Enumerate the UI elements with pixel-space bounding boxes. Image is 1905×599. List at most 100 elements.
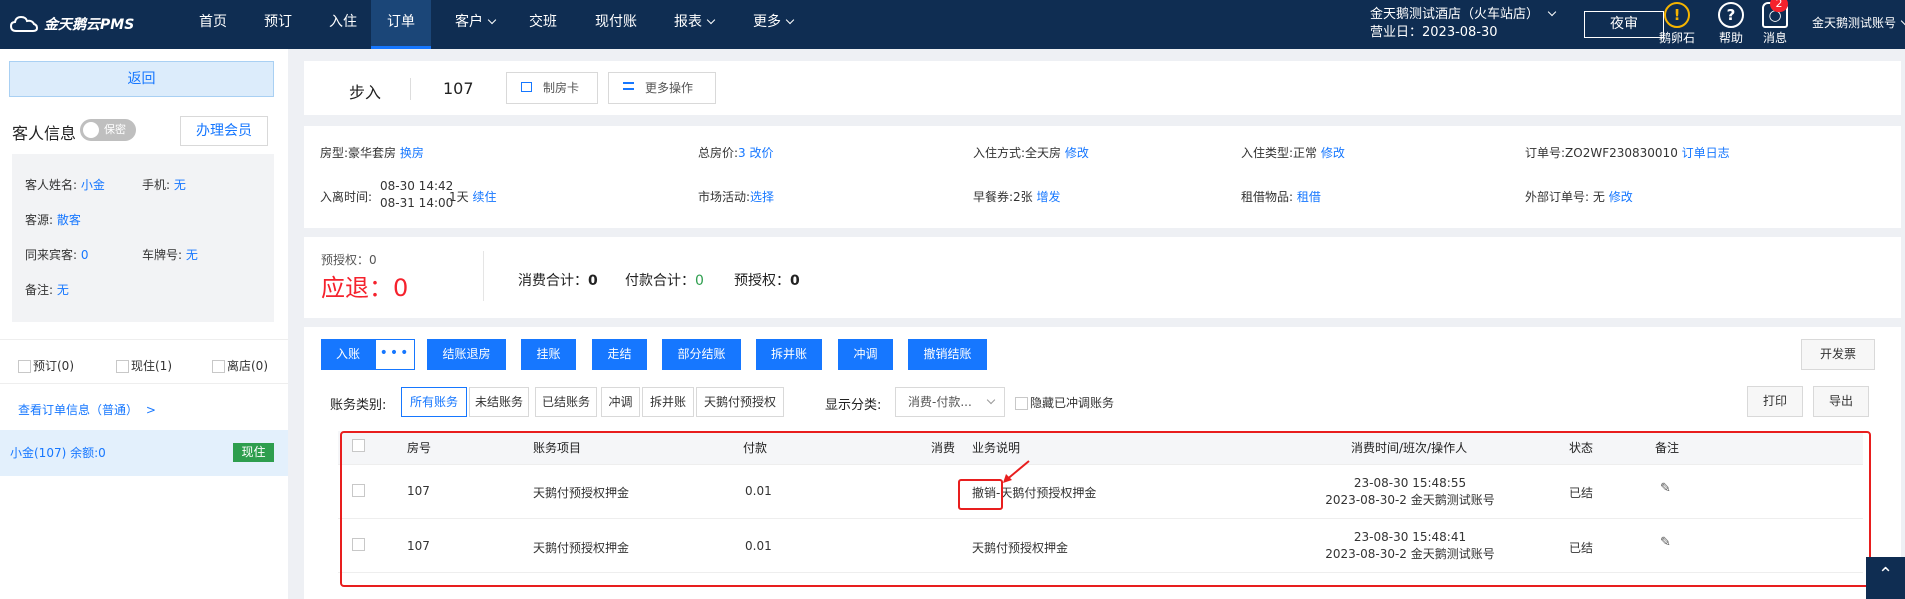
tab-settled[interactable]: 已结账务 (535, 387, 597, 417)
companions-label: 同来宾客: (25, 248, 78, 262)
nav-reports[interactable]: 报表 (661, 0, 727, 49)
nights-field: 1天 续住 (449, 188, 496, 205)
order-log-link[interactable]: 订单日志 (1682, 146, 1730, 160)
nav-shift[interactable]: 交班 (516, 0, 570, 49)
edit-checkin-type-link[interactable]: 修改 (1321, 146, 1345, 160)
nav-customers-label: 客户 (455, 14, 483, 30)
nav-checkin[interactable]: 入住 (316, 0, 370, 49)
market-label: 市场活动: (698, 190, 751, 204)
adjust-button[interactable]: 冲调 (838, 339, 893, 370)
settle-checkout-button[interactable]: 结账退房 (427, 339, 506, 370)
plate-link[interactable]: 无 (186, 248, 198, 262)
note-label: 备注: (25, 283, 54, 297)
egg-stone-button[interactable]: ! 鹅卵石 (1652, 2, 1702, 46)
tab-unsettled[interactable]: 未结账务 (469, 387, 529, 417)
checkin-mode-label: 入住方式: (973, 146, 1026, 160)
post-charge-button[interactable]: 入账 (321, 339, 375, 370)
tab-preauth[interactable]: 天鹅付预授权 (696, 387, 784, 417)
consume-total: 消费合计：0 (518, 270, 598, 290)
nav-customers[interactable]: 客户 (442, 0, 508, 49)
nights-value: 1天 (449, 190, 469, 204)
checkin-type-value: 正常 (1293, 146, 1318, 160)
phone-link[interactable]: 无 (174, 178, 186, 192)
change-room-link[interactable]: 换房 (400, 146, 424, 160)
egg-stone-label: 鹅卵石 (1658, 31, 1695, 45)
make-room-card-button[interactable]: 制房卡 (506, 72, 598, 104)
nav-more[interactable]: 更多 (740, 0, 806, 49)
app-logo[interactable]: 金天鹅云PMS (10, 13, 134, 35)
scroll-top-icon[interactable]: ⌃ (1866, 557, 1905, 599)
status-badge: 现住 (233, 443, 274, 462)
display-category-select[interactable]: 消费-付款... (895, 387, 1005, 417)
chevron-down-icon (986, 395, 996, 405)
nav-reservation[interactable]: 预订 (251, 0, 305, 49)
reserved-label: 预订(0) (33, 359, 74, 373)
filter-left[interactable]: 离店(0) (212, 357, 268, 374)
nav-home[interactable]: 首页 (186, 0, 240, 49)
help-button[interactable]: ? 帮助 (1706, 2, 1756, 46)
tab-adjust[interactable]: 冲调 (601, 387, 640, 417)
nav-orders[interactable]: 订单 (371, 0, 431, 49)
edit-checkin-mode-link[interactable]: 修改 (1065, 146, 1089, 160)
account-category-label: 账务类别: (330, 398, 387, 413)
user-menu[interactable]: 金天鹅测试账号 (1812, 14, 1905, 31)
tab-all-accounts[interactable]: 所有账务 (401, 387, 467, 417)
select-market-link[interactable]: 选择 (750, 190, 774, 204)
total-price-value[interactable]: 3 (738, 146, 746, 160)
refund-value: 0 (393, 274, 409, 302)
breakfast-label: 早餐券: (973, 190, 1014, 204)
nav-more-label: 更多 (753, 14, 781, 30)
partial-settle-button[interactable]: 部分结账 (662, 339, 741, 370)
breakfast-field: 早餐券:2张 增发 (973, 188, 1061, 205)
hide-adjusted-checkbox[interactable]: 隐藏已冲调账务 (1015, 394, 1114, 411)
edit-external-order-link[interactable]: 修改 (1609, 190, 1633, 204)
invoice-button[interactable]: 开发票 (1801, 339, 1875, 370)
room-type-value: 豪华套房 (348, 146, 397, 160)
guest-name-label: 客人姓名: (25, 178, 78, 192)
annotation-arrow-icon (1003, 460, 1030, 483)
register-member-button[interactable]: 办理会员 (180, 116, 268, 146)
messages-label: 消息 (1762, 31, 1787, 45)
guest-name-link[interactable]: 小金 (81, 178, 105, 192)
export-button[interactable]: 导出 (1813, 386, 1869, 417)
warning-icon: ! (1664, 2, 1690, 28)
filter-reserved[interactable]: 预订(0) (18, 357, 74, 374)
view-order-info-link[interactable]: 查看订单信息（普通） > (18, 401, 156, 418)
note-link[interactable]: 无 (57, 283, 69, 297)
companions-link[interactable]: 0 (81, 248, 89, 262)
total-price-label: 总房价: (698, 146, 739, 160)
print-button[interactable]: 打印 (1747, 386, 1803, 417)
display-category-label: 显示分类: (825, 398, 882, 413)
divider (0, 339, 288, 340)
extend-stay-link[interactable]: 续住 (472, 190, 496, 204)
refund-amount: 应退：0 (321, 268, 408, 303)
rent-link[interactable]: 租借 (1297, 190, 1321, 204)
source-row: 客源: 散客 (25, 211, 81, 228)
companions-row: 同来宾客: 0 (25, 246, 89, 263)
pre-auth-amount: 预授权：0 (321, 253, 377, 267)
issue-breakfast-link[interactable]: 增发 (1037, 190, 1061, 204)
order-info-card (304, 126, 1901, 228)
hotel-selector[interactable]: 金天鹅测试酒店（火车站店） 营业日：2023-08-30 (1370, 6, 1557, 42)
walk-settle-button[interactable]: 走结 (592, 339, 647, 370)
checkin-type-label: 入住类型: (1241, 146, 1294, 160)
tab-split-merge[interactable]: 拆并账 (642, 387, 694, 417)
nav-cash-account[interactable]: 现付账 (583, 0, 649, 49)
filter-inhouse[interactable]: 现住(1) (116, 357, 172, 374)
privacy-label: 保密 (104, 123, 126, 136)
more-post-options-button[interactable]: ••• (375, 339, 415, 370)
privacy-toggle[interactable]: 保密 (80, 119, 136, 141)
pre-auth-total-value: 0 (790, 273, 800, 289)
order-number-field: 订单号:ZO2WF230830010 订单日志 (1525, 144, 1730, 161)
source-link[interactable]: 散客 (57, 213, 81, 227)
split-merge-button[interactable]: 拆并账 (756, 339, 822, 370)
guest-info-title: 客人信息 (12, 124, 77, 143)
guest-name-row: 客人姓名: 小金 (25, 176, 105, 193)
cancel-settle-button[interactable]: 撤销结账 (908, 339, 987, 370)
room-type-field: 房型:豪华套房 换房 (320, 144, 424, 161)
back-button[interactable]: 返回 (9, 61, 274, 97)
more-operations-button[interactable]: 更多操作 (608, 72, 716, 104)
room-guest-entry[interactable]: 小金(107) 余额:0 现住 (0, 430, 288, 476)
hang-account-button[interactable]: 挂账 (521, 339, 576, 370)
change-price-link[interactable]: 改价 (750, 146, 774, 160)
